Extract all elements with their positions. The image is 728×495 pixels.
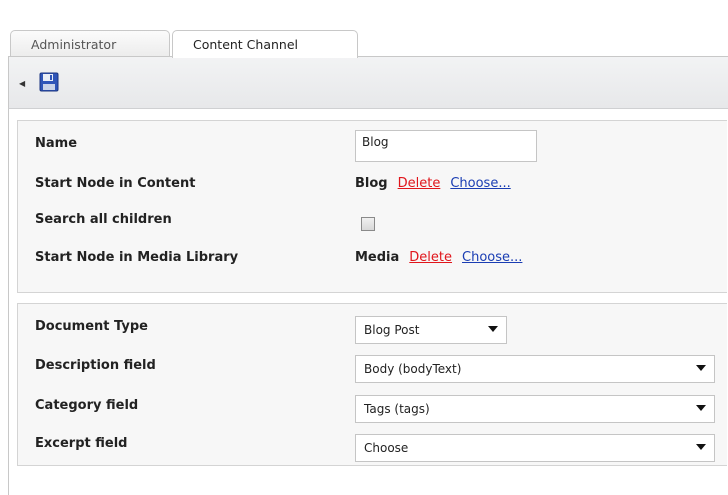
- search-children-checkbox[interactable]: [361, 217, 375, 231]
- chevron-down-icon: [696, 444, 706, 450]
- description-label: Description field: [35, 357, 156, 373]
- search-children-label: Search all children: [35, 211, 172, 227]
- start-node-value: Blog: [355, 175, 388, 191]
- category-selected: Tags (tags): [364, 402, 430, 416]
- doc-type-select[interactable]: Blog Post: [355, 316, 507, 344]
- name-label: Name: [35, 135, 78, 151]
- tab-administrator-label: Administrator: [31, 37, 117, 52]
- start-node-row: Start Node in Content Blog Delete Choose…: [35, 171, 728, 195]
- doc-type-label: Document Type: [35, 318, 148, 334]
- floppy-disk-icon[interactable]: [39, 72, 59, 92]
- start-node-choose-link[interactable]: Choose...: [450, 176, 510, 191]
- description-select[interactable]: Body (bodyText): [355, 355, 715, 383]
- doc-type-selected: Blog Post: [364, 323, 420, 337]
- chevron-down-icon: [488, 326, 498, 332]
- excerpt-selected: Choose: [364, 441, 409, 455]
- chevron-down-icon: [696, 365, 706, 371]
- description-selected: Body (bodyText): [364, 362, 462, 376]
- excerpt-select[interactable]: Choose: [355, 434, 715, 462]
- search-children-row: Search all children: [35, 207, 728, 231]
- media-node-value-group: Media Delete Choose...: [355, 250, 522, 265]
- tab-content-channel-label: Content Channel: [193, 37, 299, 52]
- media-node-value: Media: [355, 249, 400, 265]
- name-field[interactable]: Blog: [355, 130, 537, 162]
- toolbar: ◀: [8, 57, 728, 109]
- media-node-choose-link[interactable]: Choose...: [462, 250, 522, 265]
- tab-content-channel[interactable]: Content Channel: [172, 30, 358, 58]
- start-node-value-group: Blog Delete Choose...: [355, 176, 511, 191]
- category-label: Category field: [35, 397, 139, 413]
- tab-bar: Administrator Content Channel: [0, 0, 728, 58]
- chevron-down-icon: [696, 405, 706, 411]
- media-node-label: Start Node in Media Library: [35, 249, 239, 265]
- start-node-delete-link[interactable]: Delete: [398, 176, 441, 191]
- category-select[interactable]: Tags (tags): [355, 395, 715, 423]
- triangle-left-icon[interactable]: ◀: [19, 79, 25, 88]
- media-node-delete-link[interactable]: Delete: [409, 250, 452, 265]
- tab-administrator[interactable]: Administrator: [10, 30, 170, 57]
- excerpt-label: Excerpt field: [35, 435, 128, 451]
- media-node-row: Start Node in Media Library Media Delete…: [35, 245, 728, 269]
- start-node-label: Start Node in Content: [35, 175, 196, 191]
